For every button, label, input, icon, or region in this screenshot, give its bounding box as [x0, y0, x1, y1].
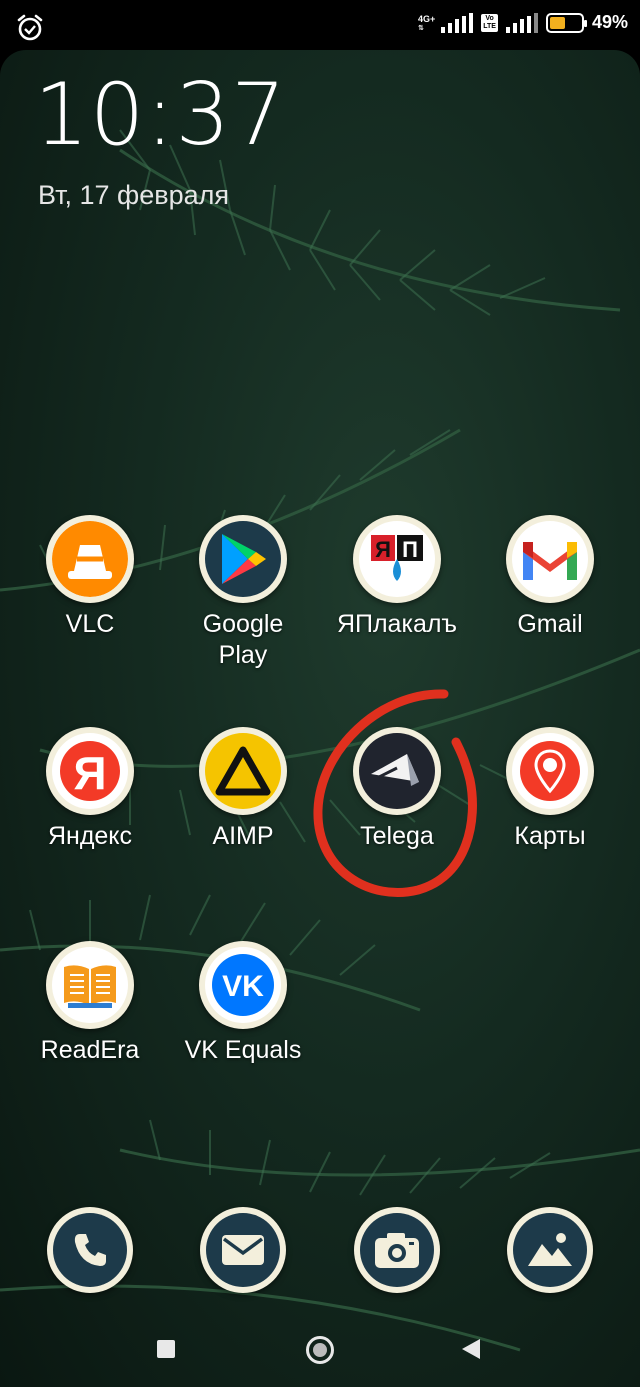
- app-google-play[interactable]: Google Play: [168, 515, 318, 671]
- readera-icon: [52, 947, 128, 1023]
- camera-icon: [360, 1213, 434, 1287]
- battery-fill: [549, 16, 565, 29]
- app-label: Gmail: [517, 610, 583, 638]
- status-indicators: 4G+ ⇅ Vo LTE 49%: [418, 12, 628, 33]
- maps-icon: [512, 733, 588, 809]
- yandex-icon: Я: [52, 733, 128, 809]
- battery-icon: [545, 12, 587, 33]
- clock-time[interactable]: 10:37: [34, 72, 287, 158]
- back-button[interactable]: [462, 1339, 480, 1359]
- fir-branches-decoration: [0, 129, 640, 1352]
- dock-camera[interactable]: [354, 1207, 440, 1293]
- app-label: AIMP: [212, 822, 274, 850]
- aimp-icon: [205, 733, 281, 809]
- alarm-icon: [16, 14, 44, 47]
- clock-date[interactable]: Вт, 17 февраля: [38, 180, 229, 211]
- svg-text:VK: VK: [222, 970, 264, 1003]
- aimp-icon-frame: [199, 727, 287, 815]
- app-vk-equals[interactable]: VK VK Equals: [168, 941, 318, 1066]
- app-label: Google Play: [202, 610, 284, 669]
- wallpaper: [0, 50, 640, 1387]
- app-aimp[interactable]: AIMP: [168, 727, 318, 852]
- maps-icon-frame: [506, 727, 594, 815]
- svg-text:Я: Я: [73, 747, 106, 799]
- volte-bottom-label: LTE: [483, 22, 496, 30]
- gallery-icon: [513, 1213, 587, 1287]
- app-label: VK Equals: [184, 1036, 302, 1064]
- readera-icon-frame: [46, 941, 134, 1029]
- vlc-icon-frame: [46, 515, 134, 603]
- battery-tip: [583, 19, 587, 27]
- svg-text:Я: Я: [375, 537, 391, 562]
- status-bar: 4G+ ⇅ Vo LTE 49%: [0, 0, 640, 50]
- signal-bars-icon-2: [505, 12, 538, 33]
- phone-icon: [53, 1213, 127, 1287]
- dock-gallery[interactable]: [507, 1207, 593, 1293]
- app-label: ReadEra: [40, 1036, 140, 1064]
- vlc-icon: [52, 521, 128, 597]
- app-label: Яндекс: [47, 822, 133, 850]
- home-button[interactable]: [306, 1336, 334, 1364]
- app-label: Telega: [360, 822, 434, 850]
- network-type-label: 4G+: [418, 13, 436, 24]
- mobile-signal-1: 4G+ ⇅: [418, 12, 474, 33]
- app-gmail[interactable]: Gmail: [475, 515, 625, 640]
- app-yandex[interactable]: Я Яндекс: [15, 727, 165, 852]
- signal-bars-icon: [441, 12, 474, 33]
- volte-badge: Vo LTE: [481, 13, 498, 32]
- messages-icon: [206, 1213, 280, 1287]
- app-readera[interactable]: ReadEra: [15, 941, 165, 1066]
- dock-messages[interactable]: [200, 1207, 286, 1293]
- app-vlc[interactable]: VLC: [15, 515, 165, 640]
- app-maps[interactable]: Карты: [475, 727, 625, 852]
- google-play-icon: [205, 521, 281, 597]
- app-label: VLC: [65, 610, 115, 638]
- yaplakal-icon: Я П: [359, 521, 435, 597]
- app-label: Карты: [514, 822, 586, 850]
- vk-icon-frame: VK: [199, 941, 287, 1029]
- recents-button[interactable]: [157, 1340, 175, 1358]
- telega-icon: [359, 733, 435, 809]
- volte-top-label: Vo: [485, 14, 494, 22]
- yandex-icon-frame: Я: [46, 727, 134, 815]
- telega-icon-frame: [353, 727, 441, 815]
- svg-text:П: П: [402, 537, 418, 562]
- google-play-icon-frame: [199, 515, 287, 603]
- gmail-icon-frame: [506, 515, 594, 603]
- gmail-icon: [512, 521, 588, 597]
- app-yaplakal[interactable]: Я П ЯПлакалъ: [322, 515, 472, 640]
- battery-percent: 49%: [591, 12, 628, 32]
- vk-icon: VK: [205, 947, 281, 1023]
- yaplakal-icon-frame: Я П: [353, 515, 441, 603]
- app-label: ЯПлакалъ: [336, 610, 458, 638]
- app-telega[interactable]: Telega: [322, 727, 472, 852]
- data-arrows-icon: ⇅: [418, 24, 424, 32]
- dock-phone[interactable]: [47, 1207, 133, 1293]
